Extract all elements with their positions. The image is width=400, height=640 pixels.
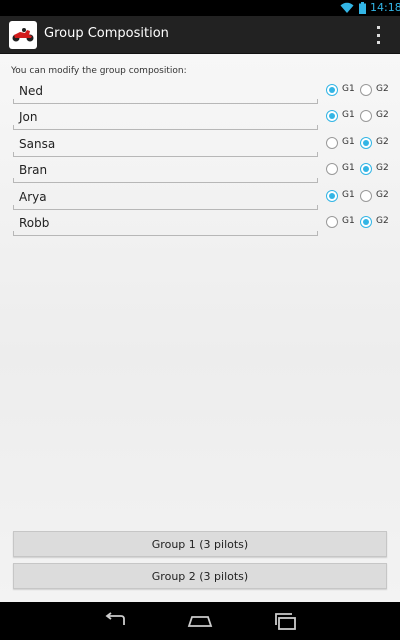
intro-text: You can modify the group composition:	[11, 66, 187, 76]
navigation-bar	[0, 602, 400, 640]
pilot-row: Ned G1 G2	[0, 81, 400, 107]
group-1-button[interactable]: Group 1 (3 pilots)	[13, 531, 387, 557]
status-time: 14:18	[370, 1, 400, 14]
radio-g2[interactable]	[360, 110, 372, 122]
radio-g1-label: G1	[342, 84, 355, 94]
pilot-row: Arya G1 G2	[0, 187, 400, 213]
radio-g1[interactable]	[326, 84, 338, 96]
pilot-name: Arya	[19, 190, 47, 204]
pilot-row: Bran G1 G2	[0, 160, 400, 186]
action-bar: Group Composition	[0, 16, 400, 54]
radio-g2[interactable]	[360, 190, 372, 202]
radio-g1[interactable]	[326, 163, 338, 175]
status-bar: 14:18	[0, 0, 400, 16]
page-title: Group Composition	[44, 26, 169, 41]
radio-g1[interactable]	[326, 190, 338, 202]
radio-g1[interactable]	[326, 110, 338, 122]
radio-g2-label: G2	[376, 84, 389, 94]
group-2-button[interactable]: Group 2 (3 pilots)	[13, 563, 387, 589]
pilot-row: Robb G1 G2	[0, 213, 400, 239]
radio-g2-label: G2	[376, 137, 389, 147]
radio-g2[interactable]	[360, 216, 372, 228]
pilot-name: Jon	[19, 110, 38, 124]
pilot-name-field[interactable]: Ned	[13, 81, 318, 104]
radio-g2-label: G2	[376, 216, 389, 226]
pilot-name-field[interactable]: Sansa	[13, 134, 318, 157]
radio-g1-label: G1	[342, 190, 355, 200]
wifi-icon	[340, 2, 354, 13]
pilot-name: Robb	[19, 216, 50, 230]
radio-g2-label: G2	[376, 190, 389, 200]
pilot-name-field[interactable]: Jon	[13, 107, 318, 130]
radio-g1[interactable]	[326, 137, 338, 149]
pilot-row: Jon G1 G2	[0, 107, 400, 133]
pilot-name-field[interactable]: Arya	[13, 187, 318, 210]
pilot-name-field[interactable]: Bran	[13, 160, 318, 183]
radio-g2-label: G2	[376, 110, 389, 120]
pilot-name: Sansa	[19, 137, 56, 151]
radio-g1-label: G1	[342, 137, 355, 147]
pilot-name-field[interactable]: Robb	[13, 213, 318, 236]
home-icon[interactable]	[187, 611, 213, 631]
radio-g1-label: G1	[342, 216, 355, 226]
radio-g2[interactable]	[360, 137, 372, 149]
radio-g2[interactable]	[360, 163, 372, 175]
radio-g1-label: G1	[342, 163, 355, 173]
radio-g2-label: G2	[376, 163, 389, 173]
overflow-menu-icon[interactable]	[371, 26, 385, 44]
main-content: You can modify the group composition: Ne…	[0, 54, 400, 602]
pilot-name: Bran	[19, 163, 48, 177]
back-icon[interactable]	[102, 611, 128, 631]
radio-g1[interactable]	[326, 216, 338, 228]
pilot-row: Sansa G1 G2	[0, 134, 400, 160]
pilot-name: Ned	[19, 84, 43, 98]
battery-icon	[359, 2, 366, 14]
radio-g2[interactable]	[360, 84, 372, 96]
recents-icon[interactable]	[273, 611, 299, 631]
radio-g1-label: G1	[342, 110, 355, 120]
kart-icon[interactable]	[9, 21, 37, 49]
